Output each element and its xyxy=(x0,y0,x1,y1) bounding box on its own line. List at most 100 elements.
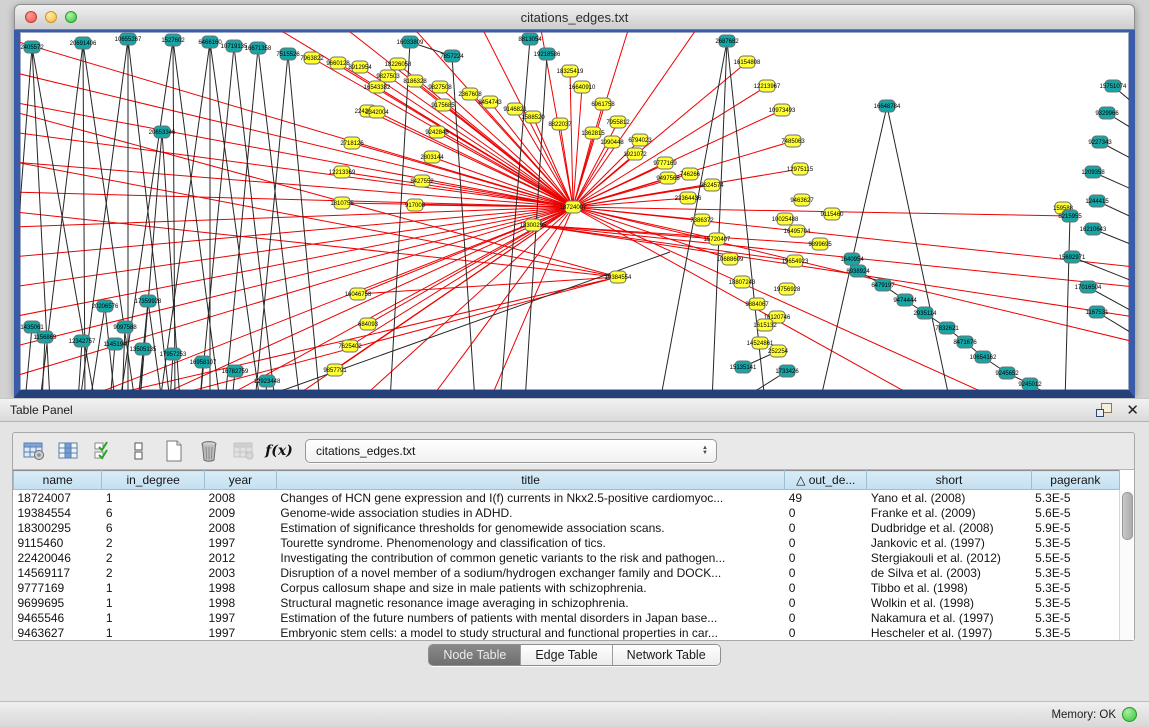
network-node[interactable]: 9884067 xyxy=(745,298,769,310)
column-header-title[interactable]: title xyxy=(276,471,784,490)
network-node[interactable]: 18226058 xyxy=(385,58,412,70)
table-row[interactable]: 1872400712008Changes of HCN gene express… xyxy=(14,490,1120,506)
network-node[interactable]: 18325419 xyxy=(557,65,584,77)
float-panel-icon[interactable] xyxy=(1096,403,1112,417)
new-table-icon[interactable] xyxy=(161,438,187,464)
network-node[interactable]: 16782759 xyxy=(222,365,249,377)
column-header-year[interactable]: year xyxy=(205,471,277,490)
table-row[interactable]: 1456911722003Disruption of a novel membe… xyxy=(14,565,1120,580)
network-node[interactable]: 16154808 xyxy=(734,56,761,68)
network-node[interactable]: 12213967 xyxy=(754,80,781,92)
table-row[interactable]: 946362711997Embryonic stem cells: a mode… xyxy=(14,625,1120,640)
network-node[interactable]: 10688609 xyxy=(717,253,744,265)
network-node[interactable]: 12975115 xyxy=(787,163,814,175)
network-node[interactable]: 7515526 xyxy=(276,48,300,60)
tab-edge-table[interactable]: Edge Table xyxy=(520,645,611,665)
column-header-in_degree[interactable]: in_degree xyxy=(102,471,205,490)
network-node[interactable]: 8938924 xyxy=(846,265,870,277)
network-node[interactable]: 252254 xyxy=(768,345,789,357)
table-row[interactable]: 1830029562008Estimation of significance … xyxy=(14,520,1120,535)
network-node[interactable]: 9242848 xyxy=(425,126,449,138)
network-node[interactable]: 10025488 xyxy=(772,213,799,225)
import-table-icon[interactable] xyxy=(231,438,257,464)
network-node[interactable]: 16671358 xyxy=(245,42,272,54)
network-node[interactable]: 1527602 xyxy=(161,34,185,46)
close-window-button[interactable] xyxy=(25,11,37,23)
close-panel-icon[interactable]: ✕ xyxy=(1126,403,1139,417)
tab-network-table[interactable]: Network Table xyxy=(612,645,720,665)
row-height-icon[interactable] xyxy=(126,438,152,464)
network-node[interactable]: 13505135 xyxy=(130,343,157,355)
network-node[interactable]: 10654162 xyxy=(970,351,997,363)
formula-icon[interactable]: f(x) xyxy=(266,438,292,464)
table-settings-icon[interactable] xyxy=(21,438,47,464)
network-node[interactable]: 7386372 xyxy=(690,214,714,226)
network-node[interactable]: 19654923 xyxy=(782,255,809,267)
network-node[interactable]: 7963822 xyxy=(300,52,324,64)
table-row[interactable]: 977716911998Corpus callosum shape and si… xyxy=(14,580,1120,595)
network-node[interactable]: 20653346 xyxy=(149,126,176,138)
network-node[interactable]: 2803144 xyxy=(420,151,444,163)
table-header-row[interactable]: namein_degreeyeartitle△ out_de...shortpa… xyxy=(14,471,1120,490)
table-row[interactable]: 911546021997Tourette syndrome. Phenomeno… xyxy=(14,535,1120,550)
column-header-pagerank[interactable]: pagerank xyxy=(1031,471,1119,490)
scrollbar-thumb[interactable] xyxy=(1122,492,1133,540)
column-header-name[interactable]: name xyxy=(14,471,102,490)
network-node[interactable]: 12342757 xyxy=(69,335,96,347)
network-node[interactable]: 9463627 xyxy=(790,194,814,206)
network-node[interactable]: 8822037 xyxy=(548,118,572,130)
network-node[interactable]: 2935114 xyxy=(914,307,938,319)
network-node[interactable]: 9097588 xyxy=(113,321,137,333)
network-node[interactable]: 1156869 xyxy=(34,331,58,343)
network-node[interactable]: 19384554 xyxy=(605,271,632,283)
network-node[interactable]: 20206576 xyxy=(92,300,119,312)
table-row[interactable]: 946554611997Estimation of the future num… xyxy=(14,610,1120,625)
network-node[interactable]: 2687682 xyxy=(715,35,739,47)
network-node[interactable]: 20691406 xyxy=(70,37,97,49)
network-node[interactable]: 9899695 xyxy=(808,238,832,250)
column-visibility-icon[interactable] xyxy=(56,438,82,464)
network-node[interactable]: 1921072 xyxy=(623,148,647,160)
table-select-dropdown[interactable]: citations_edges.txt ▲▼ xyxy=(305,439,717,463)
network-node[interactable]: 917008 xyxy=(405,199,426,211)
network-node[interactable]: 16958107 xyxy=(190,356,217,368)
network-node[interactable]: 1733426 xyxy=(775,365,799,377)
network-canvas[interactable]: 1872400718300295193845547963822966012889… xyxy=(20,32,1129,390)
network-node[interactable]: 19218586 xyxy=(534,48,561,60)
select-rows-icon[interactable] xyxy=(91,438,117,464)
network-node[interactable]: 2367608 xyxy=(458,88,482,100)
network-node[interactable]: 16495704 xyxy=(784,225,811,237)
network-node[interactable]: 9329966 xyxy=(1095,107,1119,119)
network-node[interactable]: 1167531 xyxy=(1086,306,1110,318)
zoom-window-button[interactable] xyxy=(65,11,77,23)
network-node[interactable]: 1145194 xyxy=(104,338,128,350)
network-node[interactable]: 16640910 xyxy=(569,81,596,93)
column-header-out_de[interactable]: △ out_de... xyxy=(785,471,867,490)
network-node[interactable]: 6466160 xyxy=(198,36,222,48)
network-node[interactable]: 8813054 xyxy=(518,33,542,45)
network-node[interactable]: 12213369 xyxy=(329,166,356,178)
tab-node-table[interactable]: Node Table xyxy=(429,645,520,665)
network-node[interactable]: 8454743 xyxy=(478,96,502,108)
table-row[interactable]: 969969511998Structural magnetic resonanc… xyxy=(14,595,1120,610)
network-node[interactable]: 16033809 xyxy=(397,36,424,48)
network-node[interactable]: 9115460 xyxy=(821,208,845,220)
network-node[interactable]: 7832621 xyxy=(935,322,959,334)
network-node[interactable]: 6961758 xyxy=(591,98,615,110)
network-node[interactable]: 7625402 xyxy=(338,340,362,352)
network-node[interactable]: 7485063 xyxy=(781,135,805,147)
network-node[interactable]: 1640954 xyxy=(840,253,864,265)
network-node[interactable]: 7955812 xyxy=(606,116,630,128)
column-header-short[interactable]: short xyxy=(867,471,1031,490)
network-node[interactable]: 23364436 xyxy=(675,192,702,204)
network-node[interactable]: 746266 xyxy=(680,168,701,180)
network-node[interactable]: 684093 xyxy=(358,318,379,330)
network-node[interactable]: 9474444 xyxy=(893,294,917,306)
network-node[interactable]: 1362815 xyxy=(581,127,605,139)
table-row[interactable]: 2242004622012Investigating the contribut… xyxy=(14,550,1120,565)
network-node[interactable]: 16648784 xyxy=(874,100,901,112)
network-node[interactable]: 19756928 xyxy=(774,283,801,295)
network-node[interactable]: 2405572 xyxy=(20,41,44,53)
network-node[interactable]: 15751074 xyxy=(1100,80,1127,92)
table-vertical-scrollbar[interactable] xyxy=(1119,490,1134,640)
